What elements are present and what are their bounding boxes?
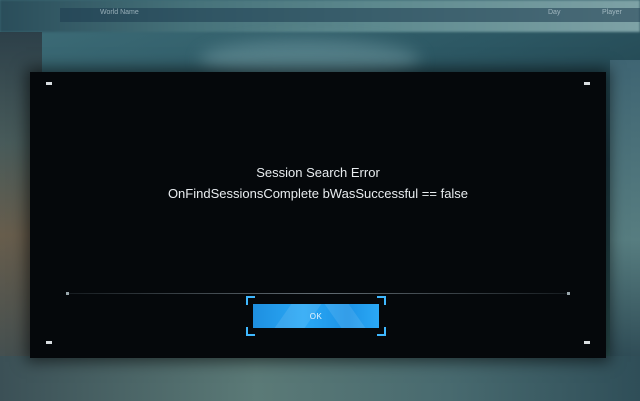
corner-marker bbox=[584, 341, 590, 344]
dialog-message: OnFindSessionsComplete bWasSuccessful ==… bbox=[167, 186, 469, 201]
background-bottom bbox=[0, 356, 640, 401]
ok-button[interactable]: OK bbox=[253, 304, 379, 328]
focus-bracket bbox=[377, 327, 386, 336]
corner-marker bbox=[584, 82, 590, 85]
background-header-world-name: World Name bbox=[100, 9, 139, 16]
corner-marker bbox=[46, 341, 52, 344]
ok-button-label: OK bbox=[309, 311, 323, 321]
background-header-player: Player bbox=[602, 9, 622, 16]
background-header-day: Day bbox=[548, 9, 561, 16]
corner-marker bbox=[46, 82, 52, 85]
ok-button-focus-frame: OK bbox=[246, 296, 386, 336]
dialog-title: Session Search Error bbox=[256, 165, 380, 180]
divider bbox=[66, 292, 570, 295]
background-right-panel bbox=[610, 60, 640, 360]
error-dialog: Session Search Error OnFindSessionsCompl… bbox=[30, 72, 606, 358]
divider-end-dot bbox=[567, 292, 570, 295]
divider-end-dot bbox=[66, 292, 69, 295]
focus-bracket bbox=[246, 327, 255, 336]
